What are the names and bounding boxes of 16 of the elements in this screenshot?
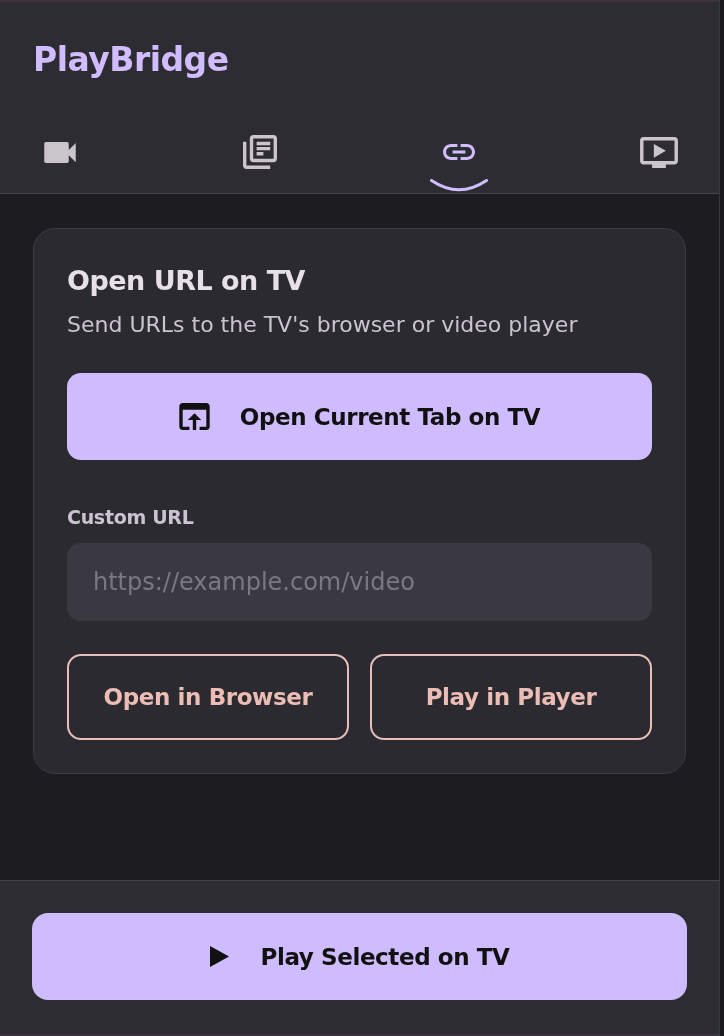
library-icon [242,135,277,169]
field-label: Custom URL [67,505,194,530]
tv-play-icon [639,136,678,168]
video-camera-icon [44,141,76,163]
app-title: PlayBridge [33,39,229,81]
url-input-field[interactable]: https://example.com/video [67,543,652,621]
link-icon [443,144,476,160]
open-current-tab-button[interactable]: Open Current Tab on TV [67,373,652,460]
outlined-button[interactable]: Open in Browser [67,654,349,740]
play-icon [209,946,229,967]
open-in-window-icon [178,403,210,430]
tab-indicator [430,179,489,192]
card-subtitle: Send URLs to the TV's browser or video player [67,311,578,339]
card-title: Open URL on TV [67,264,306,298]
play-selected-button[interactable]: Play Selected on TV [32,913,687,1000]
outlined-button[interactable]: Play in Player [370,654,652,740]
